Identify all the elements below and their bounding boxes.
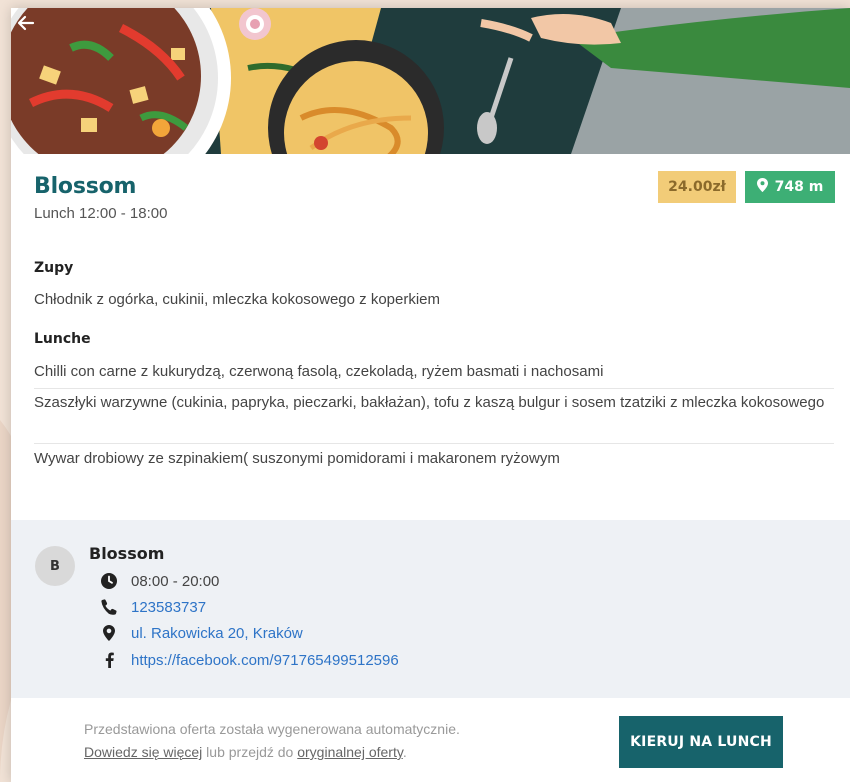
auto-generated-notice: Przedstawiona oferta została wygenerowan… — [84, 718, 584, 764]
avatar: B — [35, 546, 75, 586]
phone-row: 123583737 — [99, 596, 206, 618]
lunch-hours: Lunch 12:00 - 18:00 — [34, 205, 168, 222]
venue-name: Blossom — [89, 544, 165, 563]
menu-item: Wywar drobiowy ze szpinakiem( suszonymi … — [34, 450, 560, 467]
learn-more-link[interactable]: Dowiedz się więcej — [84, 744, 202, 760]
distance-value: 748 m — [774, 179, 824, 195]
section-title-lunches: Lunche — [34, 331, 91, 347]
restaurant-title: Blossom — [34, 174, 137, 199]
hero-food-image — [11, 8, 850, 154]
facebook-row: https://facebook.com/971765499512596 — [99, 649, 399, 671]
opening-hours-row: 08:00 - 20:00 — [99, 570, 219, 592]
lunch-offer-card: Blossom Lunch 12:00 - 18:00 24.00zł 748 … — [11, 8, 850, 782]
price-value: 24.00zł — [668, 179, 726, 195]
section-title-soups: Zupy — [34, 260, 74, 276]
facebook-link[interactable]: https://facebook.com/971765499512596 — [131, 652, 399, 669]
phone-icon — [99, 598, 119, 616]
map-marker-icon — [99, 624, 119, 642]
original-offer-link[interactable]: oryginalnej oferty — [297, 744, 403, 760]
back-arrow-icon[interactable] — [17, 14, 41, 38]
menu-item: Chłodnik z ogórka, cukinii, mleczka koko… — [34, 291, 441, 308]
menu-item: Chilli con carne z kukurydzą, czerwoną f… — [34, 363, 604, 380]
distance-badge: 748 m — [745, 171, 835, 203]
map-marker-icon — [756, 178, 768, 196]
menu-item: Szaszłyki warzywne (cukinia, papryka, pi… — [34, 394, 825, 411]
notice-end-text: . — [402, 744, 407, 760]
opening-hours: 08:00 - 20:00 — [131, 572, 220, 590]
menu-divider — [34, 443, 834, 444]
notice-text: Przedstawiona oferta została wygenerowan… — [84, 721, 460, 737]
phone-link[interactable]: 123583737 — [131, 599, 206, 616]
address-row: ul. Rakowicka 20, Kraków — [99, 622, 303, 644]
address-link[interactable]: ul. Rakowicka 20, Kraków — [131, 625, 303, 642]
notice-middle-text: lub przejdź do — [202, 744, 298, 760]
facebook-icon — [99, 651, 119, 669]
notice-links: Dowiedz się więcej lub przejdź do orygin… — [84, 741, 584, 764]
price-badge: 24.00zł — [658, 171, 736, 203]
go-to-lunch-button[interactable]: KIERUJ NA LUNCH — [619, 716, 783, 768]
menu-divider — [34, 388, 834, 389]
clock-icon — [99, 572, 119, 590]
